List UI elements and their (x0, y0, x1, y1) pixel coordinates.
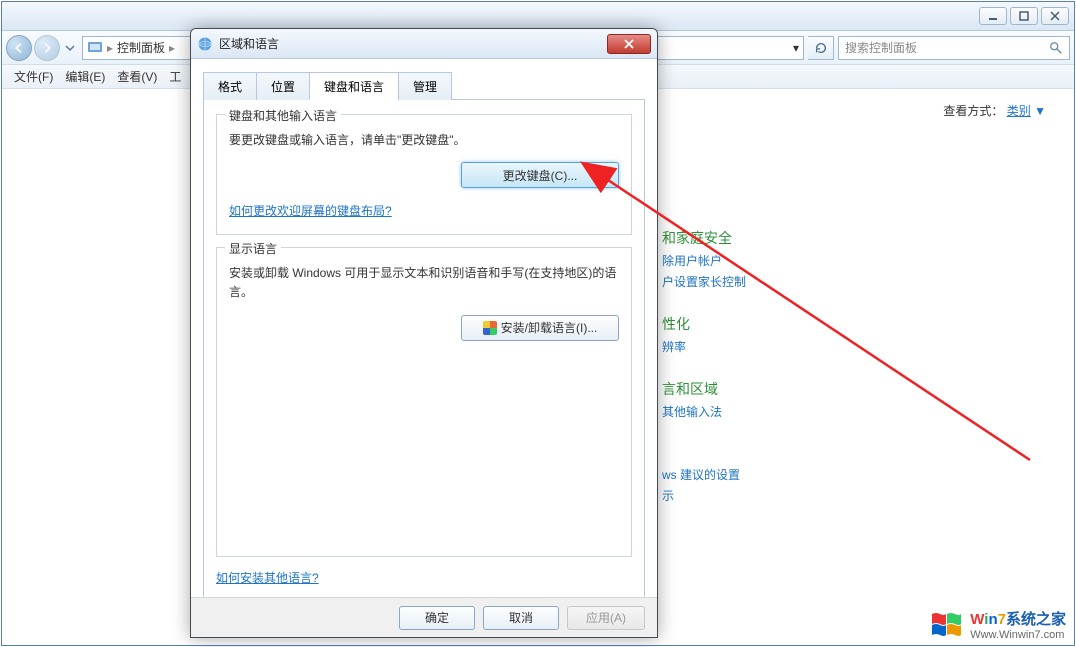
display-language-legend: 显示语言 (225, 240, 281, 257)
search-icon (1049, 41, 1063, 55)
search-placeholder: 搜索控制面板 (845, 39, 917, 56)
menu-tools[interactable]: 工 (163, 68, 187, 85)
region-language-dialog: 区域和语言 格式 位置 键盘和语言 管理 键盘和其他输入语言 要更改键盘或输入语… (190, 28, 658, 638)
category-link[interactable]: 示 (662, 487, 962, 504)
back-button[interactable] (6, 35, 32, 61)
tab-admin[interactable]: 管理 (398, 72, 452, 100)
category-heading[interactable]: 言和区域 (662, 379, 962, 399)
dialog-close-button[interactable] (607, 34, 651, 54)
address-dropdown[interactable]: ▾ (793, 41, 799, 55)
tab-format[interactable]: 格式 (203, 72, 257, 100)
forward-button[interactable] (34, 35, 60, 61)
menu-file[interactable]: 文件(F) (8, 68, 59, 85)
ok-button[interactable]: 确定 (399, 606, 475, 630)
dialog-footer: 确定 取消 应用(A) (191, 597, 657, 637)
watermark-title: Win7系统之家 (970, 608, 1066, 629)
dialog-title: 区域和语言 (219, 35, 279, 52)
tab-location[interactable]: 位置 (256, 72, 310, 100)
tab-panel: 键盘和其他输入语言 要更改键盘或输入语言，请单击"更改键盘"。 更改键盘(C).… (203, 100, 645, 612)
category-link[interactable]: 户设置家长控制 (662, 273, 962, 290)
nav-buttons (6, 35, 78, 61)
view-mode: 查看方式： 类别 ▼ (943, 102, 1046, 119)
apply-button[interactable]: 应用(A) (567, 606, 645, 630)
view-mode-label: 查看方式： (943, 104, 1003, 118)
refresh-button[interactable] (808, 36, 834, 60)
category-link[interactable]: 辨率 (662, 338, 962, 355)
keyboard-layout-help-link[interactable]: 如何更改欢迎屏幕的键盘布局? (229, 204, 392, 218)
dialog-titlebar: 区域和语言 (191, 29, 657, 59)
tab-bar: 格式 位置 键盘和语言 管理 (203, 71, 645, 100)
category-column: 和家庭安全 除用户帐户 户设置家长控制 性化 辨率 言和区域 其他输入法 ws … (662, 210, 962, 504)
category-heading[interactable]: 性化 (662, 314, 962, 334)
minimize-button[interactable] (979, 7, 1007, 25)
window-titlebar (2, 2, 1074, 31)
breadcrumb-item[interactable]: 控制面板 (117, 39, 165, 56)
category-link[interactable]: ws 建议的设置 (662, 466, 962, 483)
install-other-language-help-link[interactable]: 如何安装其他语言? (216, 571, 319, 585)
category-link[interactable]: 其他输入法 (662, 403, 962, 420)
watermark-url: Www.Winwin7.com (970, 629, 1066, 641)
globe-icon (197, 36, 213, 52)
keyboard-group: 键盘和其他输入语言 要更改键盘或输入语言，请单击"更改键盘"。 更改键盘(C).… (216, 114, 632, 235)
recent-pages-dropdown[interactable] (62, 39, 78, 57)
close-button[interactable] (1041, 7, 1069, 25)
keyboard-instruction: 要更改键盘或输入语言，请单击"更改键盘"。 (229, 131, 619, 150)
category-link[interactable]: 除用户帐户 (662, 252, 962, 269)
breadcrumb-separator: ▸ (107, 41, 113, 55)
chevron-down-icon[interactable]: ▼ (1034, 104, 1046, 118)
breadcrumb-separator: ▸ (169, 41, 175, 55)
keyboard-group-legend: 键盘和其他输入语言 (225, 107, 341, 124)
shield-icon (483, 321, 497, 335)
install-uninstall-language-button[interactable]: 安装/卸载语言(I)... (461, 315, 619, 341)
cancel-button[interactable]: 取消 (483, 606, 559, 630)
menu-edit[interactable]: 编辑(E) (59, 68, 111, 85)
windows-flag-icon (930, 610, 964, 640)
change-keyboard-button[interactable]: 更改键盘(C)... (461, 162, 619, 188)
search-input[interactable]: 搜索控制面板 (838, 36, 1070, 60)
display-language-instruction: 安装或卸载 Windows 可用于显示文本和识别语音和手写(在支持地区)的语言。 (229, 264, 619, 302)
watermark: Win7系统之家 Www.Winwin7.com (930, 608, 1066, 641)
control-panel-icon (87, 40, 103, 56)
tab-keyboard-language[interactable]: 键盘和语言 (309, 72, 399, 100)
maximize-button[interactable] (1010, 7, 1038, 25)
view-mode-value[interactable]: 类别 (1007, 104, 1031, 118)
display-language-group: 显示语言 安装或卸载 Windows 可用于显示文本和识别语音和手写(在支持地区… (216, 247, 632, 557)
category-heading[interactable]: 和家庭安全 (662, 228, 962, 248)
menu-view[interactable]: 查看(V) (111, 68, 163, 85)
install-language-label: 安装/卸载语言(I)... (501, 319, 598, 336)
